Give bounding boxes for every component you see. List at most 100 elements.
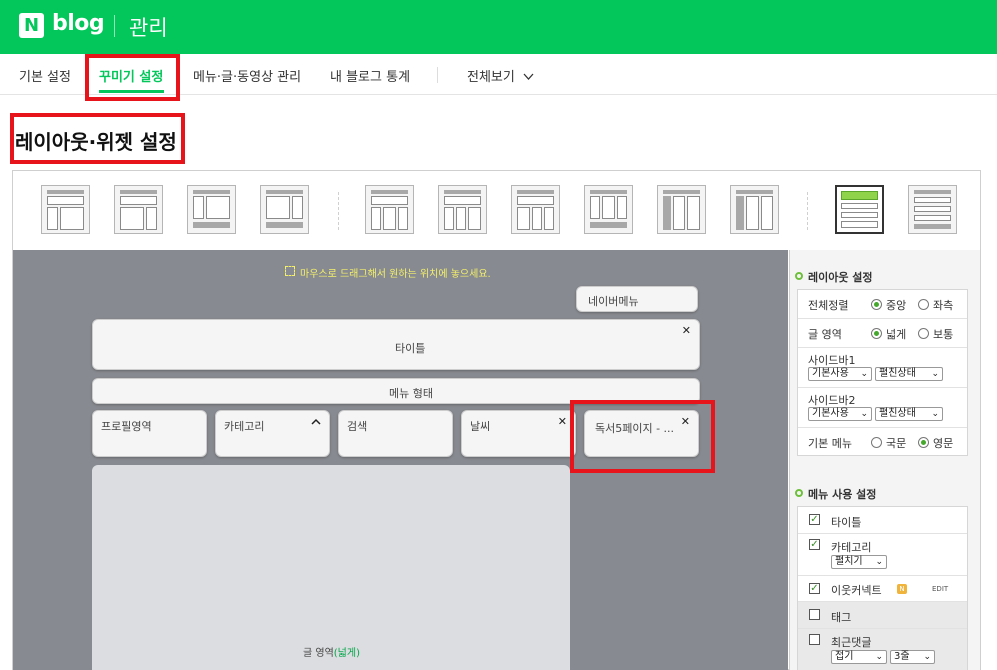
layout-option-12[interactable]: [908, 185, 957, 234]
recent-comments-label: 최근댓글: [831, 636, 872, 649]
tag-checkbox[interactable]: [809, 609, 820, 620]
widget-naver-menu[interactable]: 네이버메뉴: [576, 286, 698, 312]
menu-settings-title: 메뉴 사용 설정: [808, 488, 877, 501]
sidebar1-label: 사이드바1: [808, 354, 856, 367]
layout-option-8[interactable]: [584, 185, 633, 234]
recent-comments-fold-select[interactable]: 접기 ⌄: [831, 650, 887, 664]
menu-english-radio[interactable]: [918, 437, 929, 448]
admin-label[interactable]: 관리: [129, 12, 168, 42]
widget-title[interactable]: 타이틀 ✕: [92, 319, 700, 370]
align-label: 전체정렬: [808, 299, 849, 312]
blog-logo[interactable]: blog: [52, 11, 105, 36]
recent-comments-lines-select[interactable]: 3줄 ⌄: [890, 650, 935, 664]
align-row: 전체정렬 중앙 좌측: [798, 290, 967, 319]
layout-settings-title: 레이아웃 설정: [808, 271, 873, 284]
sidebar2-state-select[interactable]: 펼친상태 ⌄: [875, 407, 943, 421]
tag-label: 태그: [831, 611, 852, 624]
widget-label: 네이버메뉴: [588, 295, 639, 308]
title-checkbox[interactable]: ✓: [809, 514, 820, 525]
menu-item-category: ✓ 카테고리 펼치기 ⌄: [798, 534, 967, 576]
post-area[interactable]: [92, 465, 570, 670]
chevron-down-icon: [523, 73, 534, 80]
menu-settings-table: ✓ 타이틀 ✓ 카테고리 펼치기 ⌄ ✓ 이웃커넥트 N EDIT 태그 최근댓글…: [797, 506, 968, 670]
area-label: 글 영역: [808, 328, 842, 341]
widget-label: 메뉴 형태: [389, 387, 433, 400]
menu-korean-radio[interactable]: [871, 437, 882, 448]
bullet-icon: [795, 272, 803, 280]
blog-admin-page: N blog 관리 기본 설정 꾸미기 설정 메뉴·글·동영상 관리 내 블로그…: [0, 0, 997, 670]
nav-divider: [437, 67, 438, 83]
tab-blog-stats[interactable]: 내 블로그 통계: [330, 66, 410, 85]
basic-menu-label: 기본 메뉴: [808, 437, 852, 450]
chevron-up-icon[interactable]: [311, 418, 321, 426]
tab-view-all[interactable]: 전체보기: [467, 66, 534, 85]
neighbor-checkbox[interactable]: ✓: [809, 583, 820, 594]
area-wide-radio[interactable]: [871, 328, 882, 339]
menu-item-title: ✓ 타이틀: [798, 507, 967, 534]
menu-item-recent-comments: 최근댓글 접기 ⌄ 3줄 ⌄: [798, 629, 967, 670]
layout-option-5[interactable]: [365, 185, 414, 234]
top-header: N blog 관리: [0, 0, 997, 54]
tab-menu-post-video[interactable]: 메뉴·글·동영상 관리: [193, 66, 301, 85]
widget-label: 카테고리: [224, 420, 265, 433]
area-wide-label: 넓게: [886, 328, 907, 341]
category-checkbox[interactable]: ✓: [809, 539, 820, 550]
recent-comments-checkbox[interactable]: [809, 634, 820, 645]
menu-korean-label: 국문: [886, 437, 907, 450]
drag-hint: 마우스로 드래그해서 원하는 위치에 놓으세요.: [300, 269, 491, 280]
sidebar2-label: 사이드바2: [808, 394, 856, 407]
layout-separator: [338, 192, 339, 230]
layout-option-7[interactable]: [511, 185, 560, 234]
highlight-box-tab: [85, 54, 180, 101]
layout-option-4[interactable]: [260, 185, 309, 234]
category-label: 카테고리: [831, 541, 872, 554]
close-icon[interactable]: ✕: [558, 415, 567, 428]
layout-option-6[interactable]: [438, 185, 487, 234]
category-expand-select[interactable]: 펼치기 ⌄: [831, 555, 887, 569]
widget-label: 타이틀: [395, 342, 426, 355]
widget-search[interactable]: 검색: [338, 410, 453, 457]
basic-menu-row: 기본 메뉴 국문 영문: [798, 428, 967, 456]
naver-logo-icon[interactable]: N: [19, 13, 44, 38]
layout-settings-table: 전체정렬 중앙 좌측 글 영역 넓게 보통 사이드바1 기본사용 ⌄ 펼친상태 ⌄ …: [797, 289, 968, 456]
close-icon[interactable]: ✕: [682, 324, 691, 337]
title-label: 타이틀: [831, 516, 862, 529]
widget-weather[interactable]: 날씨 ✕: [461, 410, 576, 457]
widget-label: 날씨: [470, 420, 491, 433]
highlight-box-title: [10, 113, 185, 164]
widget-profile[interactable]: 프로필영역: [92, 410, 207, 457]
widget-label: 프로필영역: [101, 420, 152, 433]
sidebar1-use-select[interactable]: 기본사용 ⌄: [808, 367, 872, 381]
align-center-label: 중앙: [886, 299, 907, 312]
view-all-label: 전체보기: [467, 70, 515, 85]
align-center-radio[interactable]: [871, 299, 882, 310]
post-area-label: 글 영역(넓게): [303, 648, 360, 659]
layout-option-1[interactable]: [41, 185, 90, 234]
menu-english-label: 영문: [933, 437, 954, 450]
new-badge: N: [897, 584, 907, 594]
highlight-box-widget: [570, 400, 715, 473]
bullet-icon: [795, 489, 803, 497]
sidebar2-row: 사이드바2 기본사용 ⌄ 펼친상태 ⌄: [798, 388, 967, 428]
area-normal-label: 보통: [933, 328, 954, 341]
sidebar1-state-select[interactable]: 펼친상태 ⌄: [875, 367, 943, 381]
layout-separator-2: [807, 192, 808, 230]
align-left-radio[interactable]: [918, 299, 929, 310]
menu-item-tag: 태그: [798, 602, 967, 629]
neighbor-label: 이웃커넥트: [831, 584, 882, 597]
align-left-label: 좌측: [933, 299, 954, 312]
layout-option-9[interactable]: [657, 185, 706, 234]
layout-option-2[interactable]: [114, 185, 163, 234]
edit-link[interactable]: EDIT: [932, 585, 948, 593]
layout-option-10[interactable]: [730, 185, 779, 234]
menu-item-neighbor: ✓ 이웃커넥트 N EDIT: [798, 576, 967, 602]
header-divider: [114, 15, 115, 37]
layout-option-3[interactable]: [187, 185, 236, 234]
area-normal-radio[interactable]: [918, 328, 929, 339]
sidebar1-row: 사이드바1 기본사용 ⌄ 펼친상태 ⌄: [798, 348, 967, 388]
sidebar2-use-select[interactable]: 기본사용 ⌄: [808, 407, 872, 421]
widget-category[interactable]: 카테고리: [215, 410, 330, 457]
tab-basic-settings[interactable]: 기본 설정: [19, 66, 71, 85]
layout-option-selected[interactable]: [835, 185, 884, 234]
widget-label: 검색: [347, 420, 368, 433]
